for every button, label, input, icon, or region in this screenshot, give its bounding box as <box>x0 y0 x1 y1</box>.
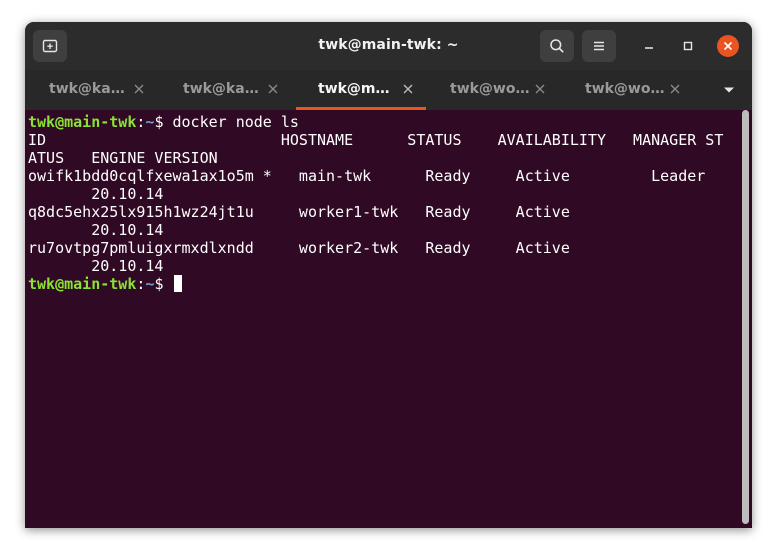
output-line: ID HOSTNAME STATUS AVAILABILITY MANAGER … <box>28 131 724 149</box>
terminal-output: twk@main-twk:~$ docker node ls ID HOSTNA… <box>28 113 723 293</box>
output-line: ru7ovtpg7pmluigxrmxdlxndd worker2-twk Re… <box>28 239 570 257</box>
output-line: 20.10.14 <box>28 221 164 239</box>
tab-close-icon[interactable] <box>402 83 414 95</box>
tab-close-icon[interactable] <box>534 83 546 95</box>
tab-label: twk@m… <box>318 81 390 97</box>
tab-2[interactable]: twk@ka… <box>161 70 291 110</box>
prompt-symbol: $ <box>154 275 173 293</box>
command-text: docker node ls <box>172 113 299 131</box>
tab-close-icon[interactable] <box>669 83 681 95</box>
text-cursor <box>173 275 182 292</box>
tab-4[interactable]: twk@wo… <box>428 70 558 110</box>
output-line: owifk1bdd0cqlfxewa1ax1o5m * main-twk Rea… <box>28 167 706 185</box>
output-line: 20.10.14 <box>28 257 164 275</box>
tab-3-active[interactable]: twk@m… <box>296 70 426 110</box>
tab-close-icon[interactable] <box>133 83 145 95</box>
terminal-area[interactable]: twk@main-twk:~$ docker node ls ID HOSTNA… <box>25 110 752 528</box>
tab-close-icon[interactable] <box>267 83 279 95</box>
new-tab-button[interactable] <box>33 30 67 62</box>
chevron-down-icon <box>724 87 734 93</box>
tab-bar: twk@ka… twk@ka… twk@m… twk@wo… twk@wo… <box>25 70 752 110</box>
search-icon <box>550 39 564 53</box>
output-line: q8dc5ehx25lx915h1wz24jt1u worker1-twk Re… <box>28 203 570 221</box>
tab-1[interactable]: twk@ka… <box>27 70 157 110</box>
search-button[interactable] <box>540 30 574 62</box>
maximize-button[interactable] <box>677 35 699 57</box>
minimize-button[interactable] <box>638 35 660 57</box>
output-line: ATUS ENGINE VERSION <box>28 149 218 167</box>
new-tab-icon <box>42 39 58 53</box>
prompt-user: twk@main-twk <box>28 275 137 293</box>
prompt-user: twk@main-twk <box>28 113 137 131</box>
output-line: 20.10.14 <box>28 185 164 203</box>
close-button[interactable] <box>717 35 739 57</box>
hamburger-menu-icon <box>594 41 604 51</box>
menu-button[interactable] <box>582 30 616 62</box>
tab-list-button[interactable] <box>715 80 743 100</box>
tab-label: twk@ka… <box>183 81 259 97</box>
maximize-icon <box>683 41 693 51</box>
title-bar[interactable]: twk@main-twk: ~ <box>25 22 752 70</box>
minimize-icon <box>645 47 653 49</box>
close-icon <box>723 41 733 51</box>
terminal-window: twk@main-twk: ~ twk@ka… twk@ka… twk@m… t… <box>25 22 752 528</box>
tab-label: twk@ka… <box>49 81 125 97</box>
tab-label: twk@wo… <box>450 81 530 97</box>
scrollbar[interactable] <box>742 110 749 524</box>
prompt-symbol: $ <box>154 113 173 131</box>
tab-5[interactable]: twk@wo… <box>563 70 693 110</box>
tab-label: twk@wo… <box>585 81 665 97</box>
